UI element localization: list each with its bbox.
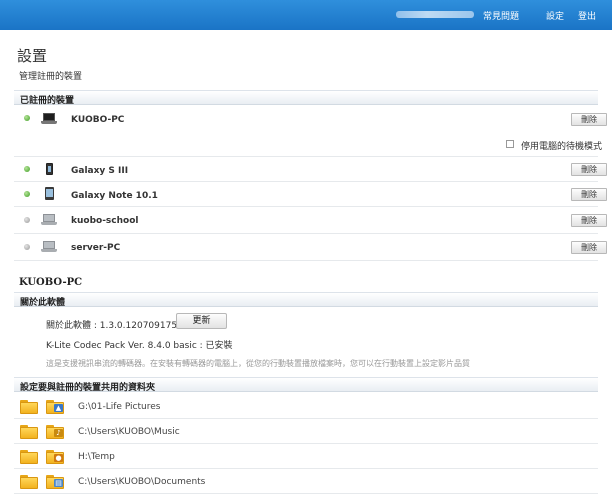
folder-icon bbox=[20, 425, 38, 439]
folder-path: C:\Users\KUOBO\Documents bbox=[78, 477, 206, 487]
page-subtitle: 管理註冊的裝置 bbox=[19, 72, 83, 82]
shared-folder-row[interactable]: ▤ C:\Users\KUOBO\Documents bbox=[14, 469, 598, 494]
status-online-icon bbox=[24, 115, 30, 121]
laptop-icon bbox=[41, 214, 57, 225]
nav-settings-link[interactable]: 設定 bbox=[546, 9, 564, 22]
delete-button[interactable]: 刪除 bbox=[571, 241, 607, 254]
shared-folder-row[interactable]: ● H:\Temp bbox=[14, 444, 598, 469]
device-name: Galaxy Note 10.1 bbox=[71, 191, 158, 201]
device-row-kuobo-pc: KUOBO-PC 刪除 bbox=[14, 106, 607, 131]
device-name: Galaxy S III bbox=[71, 166, 129, 176]
status-online-icon bbox=[24, 166, 30, 172]
device-row-galaxy-s3: Galaxy S III 刪除 bbox=[14, 157, 607, 182]
phone-icon bbox=[46, 163, 53, 175]
tablet-icon bbox=[45, 187, 54, 200]
device-row-kuobo-school: kuobo-school 刪除 bbox=[14, 207, 607, 234]
delete-button[interactable]: 刪除 bbox=[571, 113, 607, 126]
video-folder-icon: ● bbox=[46, 450, 64, 464]
user-account-blurred bbox=[396, 11, 474, 18]
shared-folders-heading: 設定要與註冊的裝置共用的資料夾 bbox=[14, 377, 598, 393]
folder-path: G:\01-Life Pictures bbox=[78, 402, 161, 412]
delete-button[interactable]: 刪除 bbox=[571, 188, 607, 201]
folder-path: H:\Temp bbox=[78, 452, 115, 462]
device-name: server-PC bbox=[71, 243, 121, 253]
device-row-galaxy-note: Galaxy Note 10.1 刪除 bbox=[14, 182, 607, 207]
pc-section-title: KUOBO-PC bbox=[19, 277, 83, 288]
codec-status: K-Lite Codec Pack Ver. 8.4.0 basic : 已安裝 bbox=[46, 341, 233, 351]
update-button[interactable]: 更新 bbox=[176, 313, 227, 329]
device-row-kuobo-pc-options bbox=[14, 131, 598, 157]
music-folder-icon: ♪ bbox=[46, 425, 64, 439]
page-title: 設置 bbox=[17, 47, 48, 65]
software-version: 關於此軟體 : 1.3.0.1207091759 bbox=[46, 321, 183, 331]
folder-path: C:\Users\KUOBO\Music bbox=[78, 427, 180, 437]
status-offline-icon bbox=[24, 244, 30, 250]
registered-devices-heading: 已註冊的裝置 bbox=[14, 90, 598, 106]
folder-icon bbox=[20, 400, 38, 414]
status-online-icon bbox=[24, 191, 30, 197]
laptop-icon bbox=[41, 241, 57, 252]
folder-icon bbox=[20, 475, 38, 489]
shared-folder-row[interactable]: ♪ C:\Users\KUOBO\Music bbox=[14, 419, 598, 444]
shared-folder-row[interactable]: ▲ G:\01-Life Pictures bbox=[14, 394, 598, 419]
device-name: KUOBO-PC bbox=[71, 115, 125, 125]
delete-button[interactable]: 刪除 bbox=[571, 214, 607, 227]
delete-button[interactable]: 刪除 bbox=[571, 163, 607, 176]
top-bar: 常見問題 設定 登出 bbox=[0, 0, 612, 30]
nav-faq-link[interactable]: 常見問題 bbox=[483, 9, 519, 22]
pictures-folder-icon: ▲ bbox=[46, 400, 64, 414]
about-software-heading: 關於此軟體 bbox=[14, 292, 598, 308]
laptop-icon bbox=[41, 113, 57, 124]
codec-description: 這是支援視訊串流的轉碼器。在安裝有轉碼器的電腦上，從您的行動裝置播放檔案時，您可… bbox=[46, 359, 470, 368]
nav-logout-link[interactable]: 登出 bbox=[578, 9, 596, 22]
device-name: kuobo-school bbox=[71, 216, 139, 226]
folder-icon bbox=[20, 450, 38, 464]
status-offline-icon bbox=[24, 217, 30, 223]
documents-folder-icon: ▤ bbox=[46, 475, 64, 489]
device-row-server-pc: server-PC 刪除 bbox=[14, 234, 607, 261]
